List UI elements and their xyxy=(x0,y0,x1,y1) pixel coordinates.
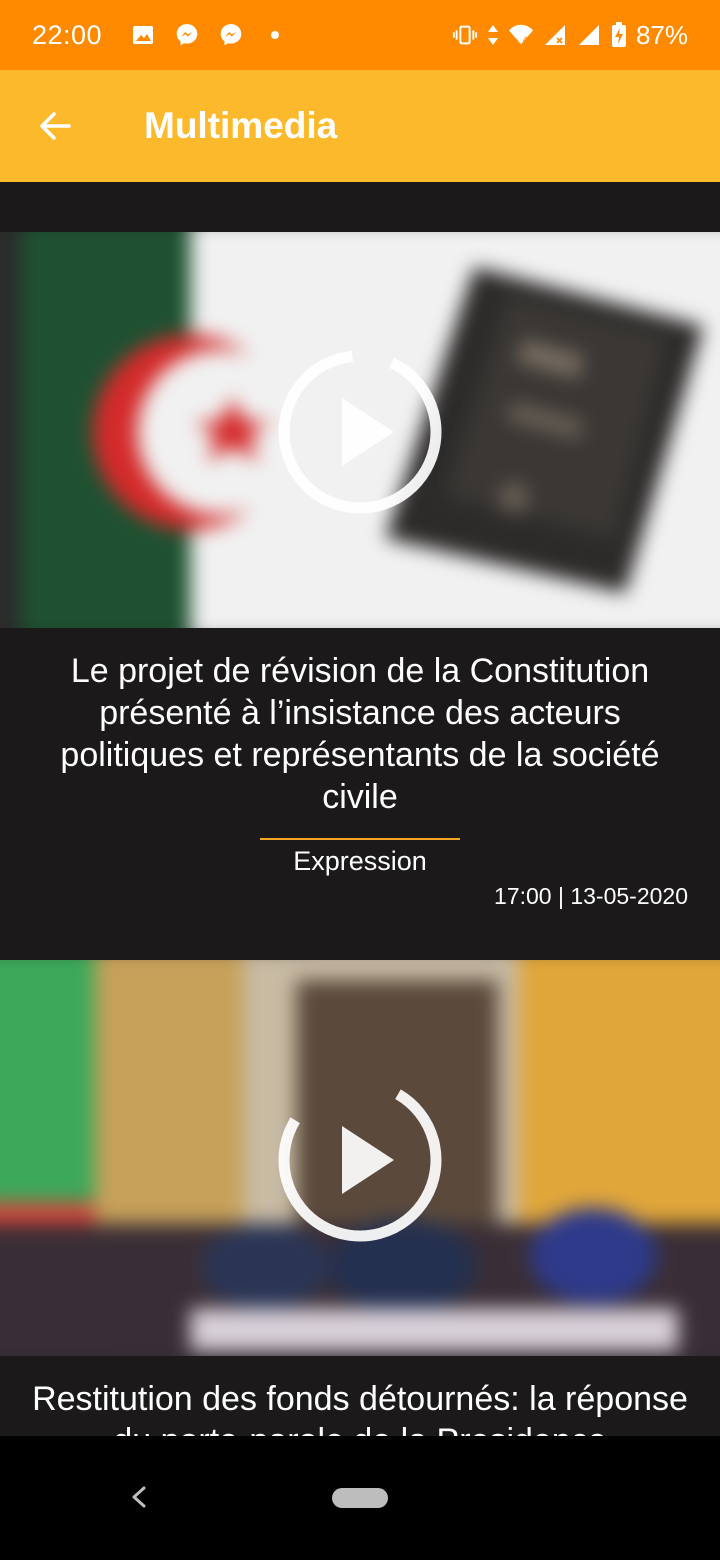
article-source: Expression xyxy=(293,846,427,876)
divider xyxy=(260,838,460,840)
back-button[interactable] xyxy=(0,70,110,182)
wifi-icon: 4 xyxy=(508,22,534,48)
home-pill-button[interactable] xyxy=(332,1488,388,1508)
arrow-left-icon xyxy=(40,112,71,140)
dot-icon xyxy=(262,22,288,48)
system-icons: 4 87% xyxy=(452,20,688,51)
navigation-bar xyxy=(0,1436,720,1560)
play-circle-icon[interactable] xyxy=(276,1076,444,1244)
battery-percent: 87% xyxy=(635,19,688,50)
article-title[interactable]: Le projet de révision de la Constitution… xyxy=(24,650,696,818)
status-bar: 22:00 4 87% xyxy=(0,0,720,70)
article-title[interactable]: Restitution des fonds détournés: la répo… xyxy=(24,1378,696,1436)
vibrate-icon xyxy=(452,22,478,48)
messenger-icon xyxy=(218,22,244,48)
messenger-icon xyxy=(174,22,200,48)
video-thumbnail[interactable] xyxy=(0,232,720,628)
screen: 22:00 4 87% Multimedia Le projet de révi… xyxy=(0,0,720,1560)
app-bar: Multimedia xyxy=(0,70,720,182)
article-card[interactable]: Restitution des fonds détournés: la répo… xyxy=(0,960,720,1436)
signal-icon xyxy=(576,22,602,48)
play-circle-icon[interactable] xyxy=(276,348,444,516)
notification-icons xyxy=(130,22,288,48)
video-thumbnail[interactable] xyxy=(0,960,720,1356)
signal-icon xyxy=(542,22,568,48)
status-time: 22:00 xyxy=(32,19,103,50)
nav-back-icon[interactable] xyxy=(122,1480,156,1514)
article-date: 17:00 | 13-05-2020 xyxy=(494,883,688,909)
article-list[interactable]: Le projet de révision de la Constitution… xyxy=(0,182,720,1436)
svg-text:4: 4 xyxy=(523,34,528,44)
battery-icon xyxy=(610,22,628,48)
page-title: Multimedia xyxy=(144,105,338,146)
article-card[interactable]: Le projet de révision de la Constitution… xyxy=(0,232,720,960)
data-arrows-icon xyxy=(486,22,500,48)
image-icon xyxy=(130,22,156,48)
